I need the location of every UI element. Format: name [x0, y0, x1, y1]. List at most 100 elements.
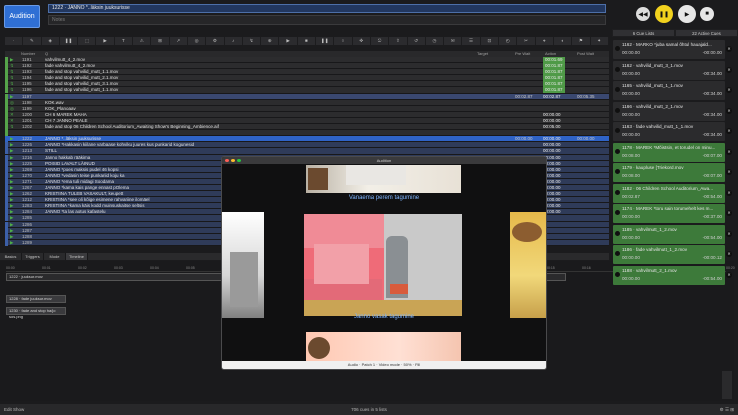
stop-cue-icon[interactable]: ✕: [726, 210, 732, 216]
stop-cue-icon[interactable]: ✕: [726, 87, 732, 93]
toolbar-button-21[interactable]: ⇧: [389, 37, 408, 45]
toolbar-button-9[interactable]: ↗: [170, 37, 188, 45]
toolbar-button-23[interactable]: ◷: [426, 37, 445, 45]
toolbar-button-32[interactable]: ✦: [591, 37, 609, 45]
stop-cue-icon[interactable]: ✕: [726, 128, 732, 134]
timeline-track[interactable]: 1228 · fade juuksur.mov: [6, 295, 66, 303]
toolbar-button-13[interactable]: ↯: [243, 37, 262, 45]
zoom-window-icon[interactable]: [237, 159, 241, 162]
close-window-icon[interactable]: [225, 159, 229, 162]
cue-status-bar: [5, 184, 8, 191]
tab-cue-lists[interactable]: 6 Cue Lists: [612, 29, 675, 37]
status-tools[interactable]: ⚙ ☰ ⊞: [720, 404, 734, 415]
toolbar-button-28[interactable]: ✂: [517, 37, 536, 45]
toolbar-button-6[interactable]: T: [115, 37, 134, 45]
toolbar-button-1[interactable]: ✎: [23, 37, 42, 45]
toolbar-button-15[interactable]: ▶: [279, 37, 298, 45]
cue-status-bar: [5, 136, 8, 143]
tab-basics[interactable]: Basics: [0, 253, 22, 260]
tab-timeline[interactable]: Timeline: [66, 253, 88, 260]
cue-type-icon: ▶: [10, 215, 14, 221]
cue-number: 1283: [22, 203, 33, 209]
toolbar-button-27[interactable]: ◴: [499, 37, 518, 45]
active-cue-card[interactable]: 1174 · MAREK *toru sain torumehelt kes m…: [613, 204, 725, 223]
cue-name: KOK_Planoaav: [45, 105, 76, 111]
pause-button[interactable]: ❚❚: [655, 5, 673, 23]
minimize-window-icon[interactable]: [231, 159, 235, 162]
stop-button[interactable]: ■: [700, 7, 714, 21]
toolbar-button-4[interactable]: ⬚: [78, 37, 97, 45]
toolbar-button-16[interactable]: ■: [298, 37, 317, 45]
toolbar-button-5[interactable]: ▶: [96, 37, 115, 45]
cue-state-icon: [615, 169, 620, 174]
active-cue-card[interactable]: 1162 · MARKO *juba samal õhtul hauajald.…: [613, 40, 725, 59]
stop-cue-icon[interactable]: ✕: [726, 189, 732, 196]
active-cue-card[interactable]: 1179 · kaupluse [Triekord.mov 00:08.00 -00…: [613, 163, 725, 182]
toolbar-button-18[interactable]: ○: [334, 37, 353, 45]
active-cue-card[interactable]: 1162 · vahvilid_mutt_3_1.mov 00:00.00 -00:…: [613, 60, 725, 80]
toolbar-button-31[interactable]: ⚑: [572, 37, 591, 45]
active-cue-title: 1162 · vahvilid_mutt_3_1.mov: [622, 62, 683, 68]
video-output-window[interactable]: Audition Vanaema perem tagumine Janno va…: [221, 156, 547, 370]
stop-cue-icon[interactable]: ✕: [726, 271, 732, 278]
go-button[interactable]: ▶: [678, 5, 696, 23]
active-cue-card[interactable]: 1165 · vahvilid_mutt_1_1.mov 00:00.00 -00:…: [613, 81, 725, 100]
active-cue-card[interactable]: 1185 · vahvilmutt_1_2.mov 00:00.00 -00:54.…: [613, 224, 725, 244]
active-cue-card[interactable]: 1186 · fade vahvilmutt_1_2.mov 00:00.00 -0…: [613, 245, 725, 264]
toolbar-button-29[interactable]: ⌖: [536, 37, 554, 45]
cue-type-icon: ↯: [10, 87, 14, 93]
toolbar-button-10[interactable]: ◎: [188, 37, 207, 45]
rewind-button[interactable]: ◀◀: [636, 7, 650, 21]
notes-field[interactable]: Notes: [48, 15, 606, 25]
cue-number: 1192: [22, 63, 32, 69]
toolbar-button-3[interactable]: ❚❚: [60, 37, 79, 45]
cue-action: 00:00.00: [543, 111, 561, 117]
active-cue-remaining: -00:00.00: [702, 50, 722, 55]
toolbar-button-30[interactable]: ◐: [554, 37, 573, 45]
timeline-scrollbar[interactable]: [722, 371, 732, 399]
cue-status-bar: [5, 197, 8, 204]
toolbar-button-0[interactable]: ·: [5, 37, 24, 45]
active-cue-title: 1179 · kaupluse [Triekord.mov: [622, 165, 684, 170]
tab-triggers[interactable]: Triggers: [22, 253, 44, 260]
app-logo[interactable]: Audition: [4, 5, 40, 28]
active-cue-card[interactable]: 1182 · 06 Children School Auditorium_Awa…: [613, 183, 725, 203]
active-cue-remaining: -00:00.12: [702, 255, 722, 260]
stop-cue-icon[interactable]: ✕: [726, 230, 732, 237]
toolbar-button-2[interactable]: ◈: [42, 37, 60, 45]
cue-status-bar: [5, 99, 8, 106]
cue-name-field[interactable]: 1222 · JANNO *..läksin juuksurisse: [48, 4, 606, 13]
stop-cue-icon[interactable]: ✕: [726, 251, 732, 257]
toolbar-button-8[interactable]: ⊞: [151, 37, 170, 45]
toolbar-button-7[interactable]: ⚠: [133, 37, 152, 45]
toolbar-button-22[interactable]: ↺: [408, 37, 426, 45]
toolbar-button-14[interactable]: ⊕: [261, 37, 280, 45]
tab-mode[interactable]: Mode: [44, 253, 66, 260]
cue-action: 00:01.87: [543, 75, 565, 82]
toolbar-button-17[interactable]: ❚❚: [316, 37, 335, 45]
toolbar-button-26[interactable]: ⊡: [481, 37, 500, 45]
toolbar-button-12[interactable]: ♪: [225, 37, 243, 45]
stop-cue-icon[interactable]: ✕: [726, 169, 732, 175]
timeline-track[interactable]: 1230 · fade and stop ha/jo sos.png: [6, 307, 66, 319]
stop-cue-icon[interactable]: ✕: [726, 66, 732, 73]
cue-name: fade and stop vahvilid_mutt_1.1.mov: [45, 69, 119, 75]
active-cue-elapsed: 00:00.00: [622, 111, 640, 117]
cue-number: 1191: [22, 57, 32, 62]
active-cue-remaining: -00:34.00: [702, 132, 722, 137]
cue-number: 1226: [22, 142, 33, 148]
toolbar-button-19[interactable]: ✜: [353, 37, 371, 45]
toolbar-button-11[interactable]: ⚙: [206, 37, 225, 45]
toolbar-button-25[interactable]: ☰: [462, 37, 481, 45]
active-cue-card[interactable]: 1188 · vahvilmutt_2_1.mov 00:00.00 -00:54.…: [613, 265, 725, 285]
stop-cue-icon[interactable]: ✕: [726, 46, 732, 52]
stop-cue-icon[interactable]: ✕: [726, 148, 732, 155]
tab-active-cues[interactable]: 22 Active Cues: [675, 29, 738, 37]
active-cue-card[interactable]: 1163 · fade vahvilid_mutt_1_1.mov 00:00.0…: [613, 122, 725, 141]
toolbar-button-24[interactable]: ✉: [444, 37, 463, 45]
toolbar-button-20[interactable]: ⎋: [371, 37, 390, 45]
active-cue-card[interactable]: 1178 · MAREK *Mõistsin, et torudel on mi…: [613, 142, 725, 162]
stop-cue-icon[interactable]: ✕: [726, 107, 732, 114]
cue-status-bar: [5, 117, 8, 124]
active-cue-card[interactable]: 1166 · vahvilid_mutt_2_1.mov 00:00.00 -00:…: [613, 101, 725, 121]
